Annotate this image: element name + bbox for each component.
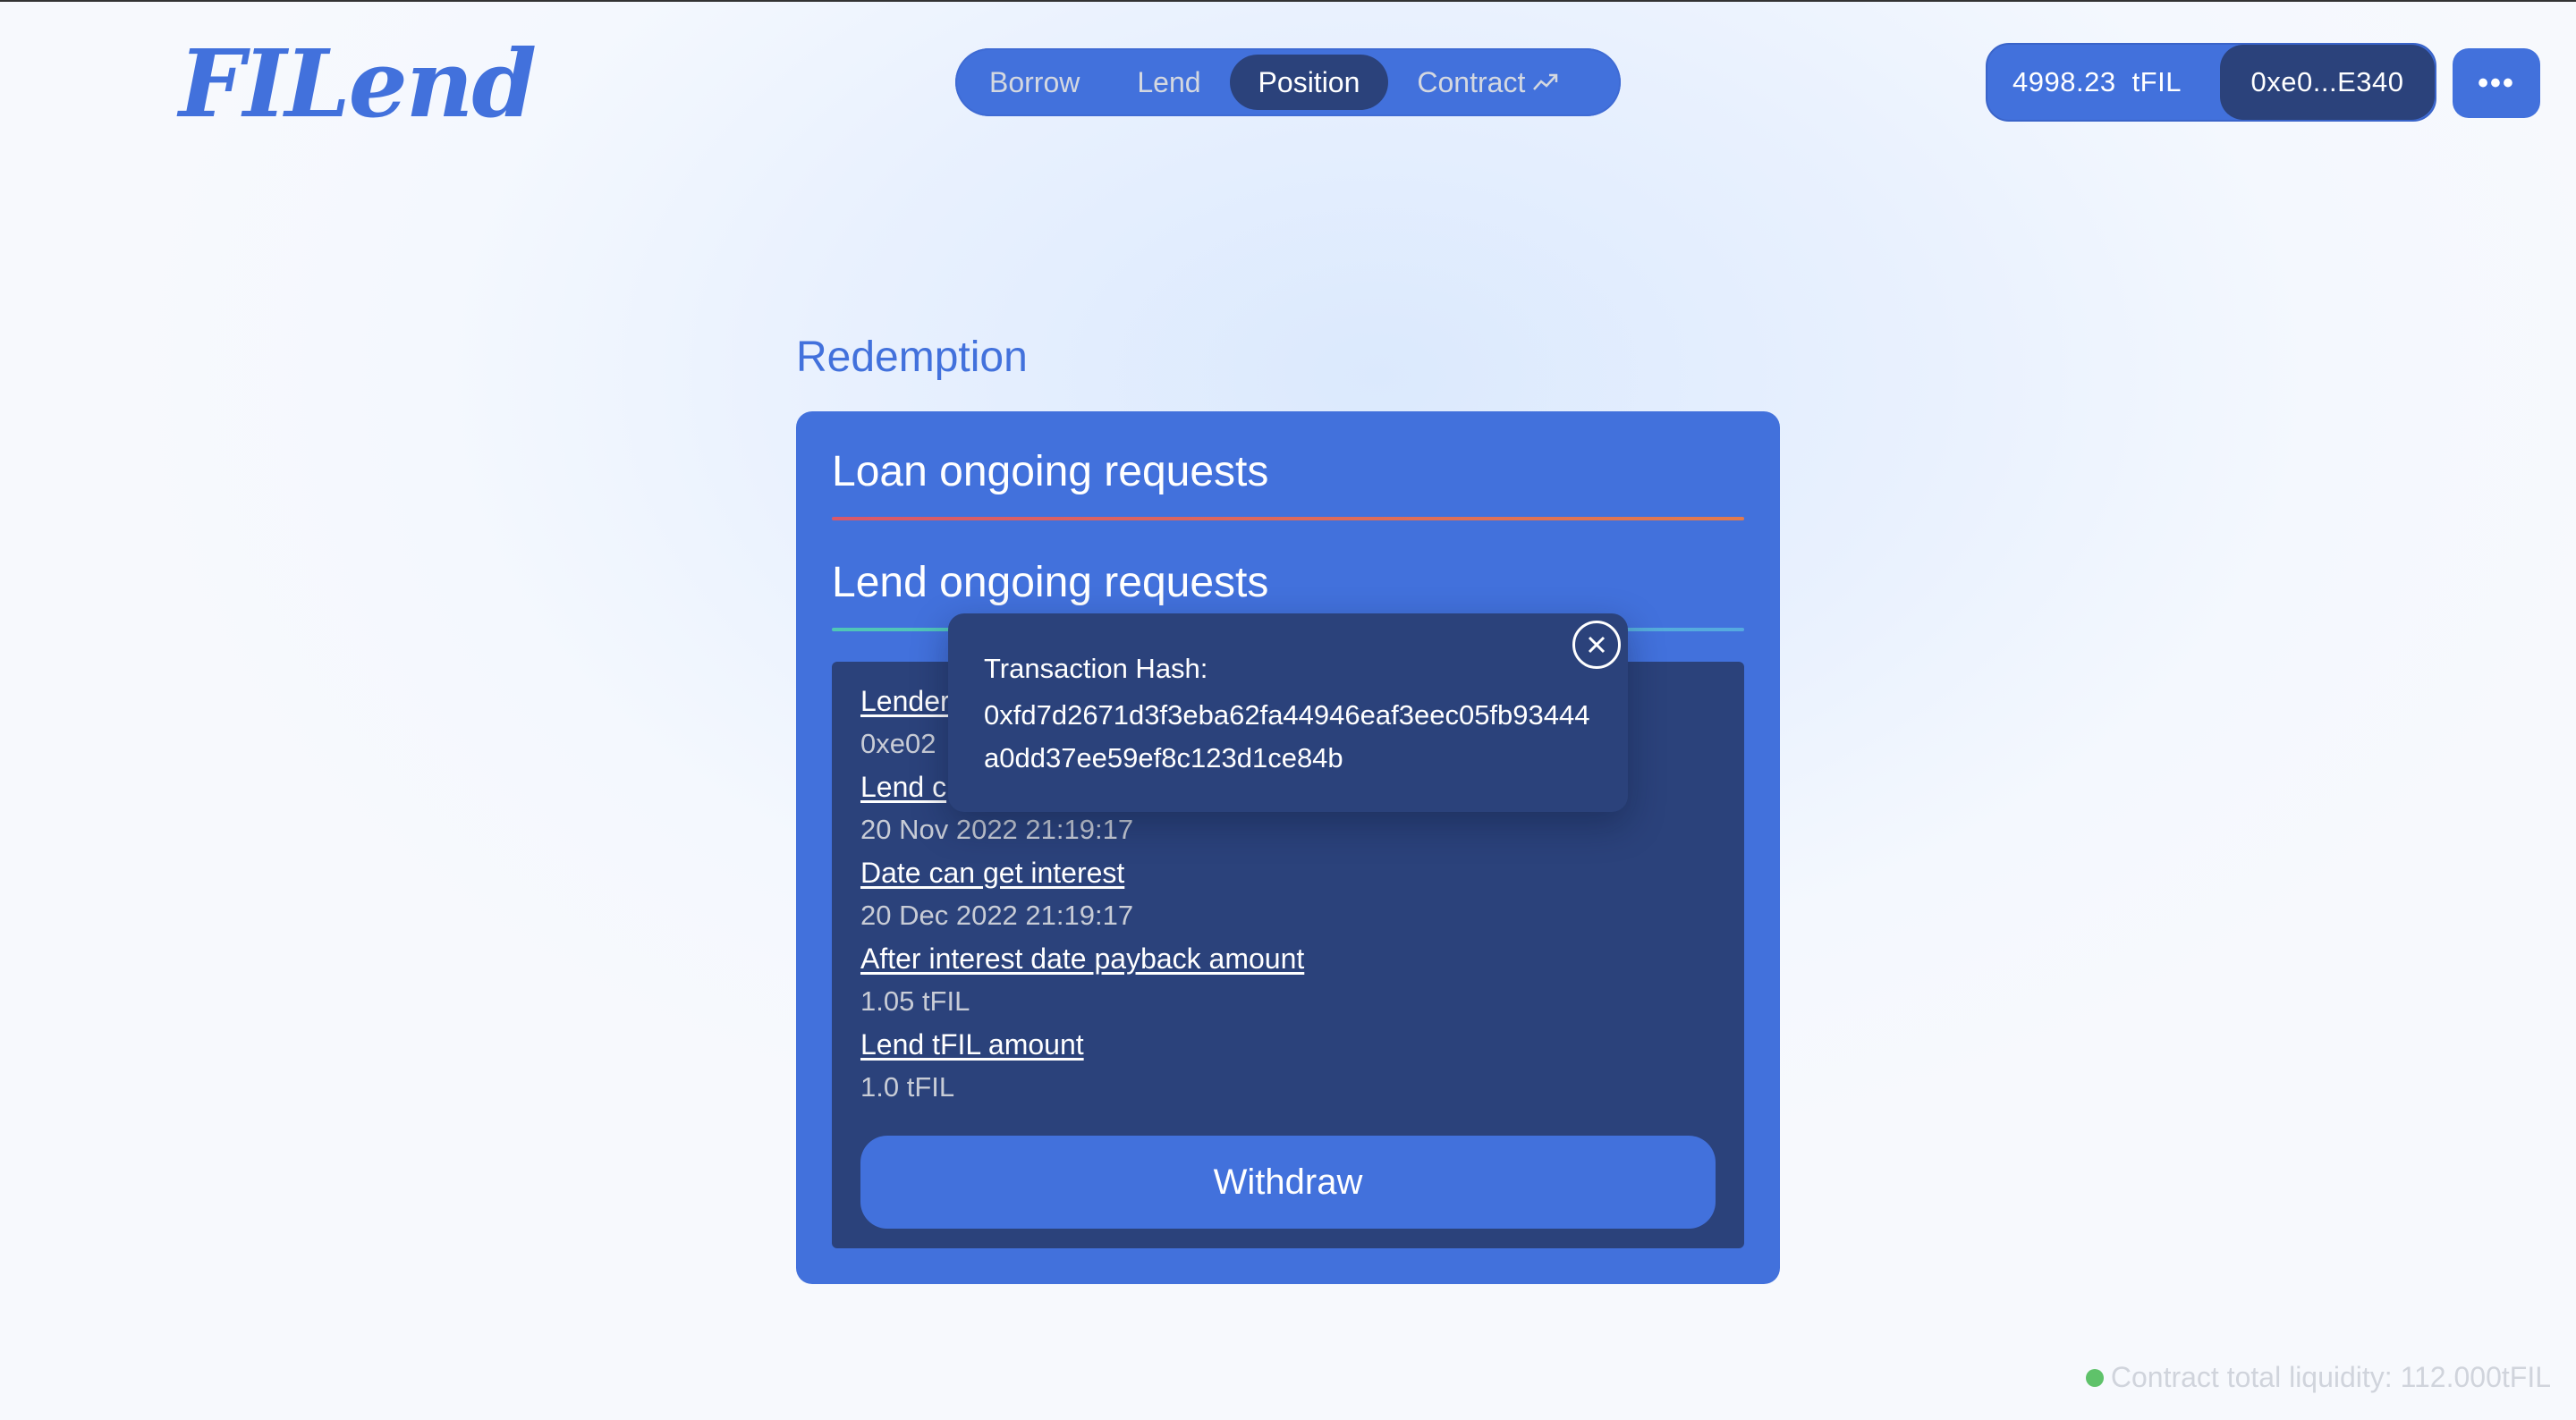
wallet-widget: 4998.23 tFIL 0xe0...E340: [1986, 43, 2436, 122]
lend-date-label: Lend c: [860, 771, 947, 803]
transaction-hash-toast: Transaction Hash: 0xfd7d2671d3f3eba62fa4…: [948, 613, 1628, 812]
wallet-balance: 4998.23 tFIL: [1987, 66, 2220, 98]
interest-date-value: 20 Dec 2022 21:19:17: [860, 900, 1134, 931]
more-menu-button[interactable]: •••: [2453, 48, 2540, 118]
loan-divider: [832, 517, 1744, 520]
page-title: Redemption: [796, 334, 1028, 381]
withdraw-button[interactable]: Withdraw: [860, 1136, 1716, 1229]
status-dot-icon: [2085, 1368, 2104, 1387]
lend-date-value: 20 Nov 2022 21:19:17: [860, 814, 1134, 845]
liquidity-text: Contract total liquidity: 112.000tFIL: [2110, 1361, 2551, 1393]
lender-value: 0xe02: [860, 728, 936, 759]
redemption-card: Loan ongoing requests Lend ongoing reque…: [796, 411, 1780, 1284]
lend-ongoing-title[interactable]: Lend ongoing requests: [832, 558, 1268, 607]
payback-amount-label: After interest date payback amount: [860, 942, 1305, 975]
lend-amount-label: Lend tFIL amount: [860, 1028, 1084, 1061]
close-icon: [1588, 636, 1606, 654]
liquidity-status: Contract total liquidity: 112.000tFIL: [2085, 1361, 2551, 1394]
loan-ongoing-title[interactable]: Loan ongoing requests: [832, 447, 1268, 496]
lender-label: Lender: [860, 685, 950, 717]
nav-contract-label: Contract: [1417, 65, 1526, 98]
close-toast-button[interactable]: [1572, 621, 1621, 669]
nav-borrow[interactable]: Borrow: [961, 55, 1108, 110]
trending-up-arrow-icon: [1533, 73, 1558, 90]
toast-label: Transaction Hash:: [984, 653, 1208, 684]
transaction-hash-value: 0xfd7d2671d3f3eba62fa44946eaf3eec05fb934…: [984, 699, 1590, 773]
balance-unit: tFIL: [2131, 66, 2182, 97]
payback-amount-value: 1.05 tFIL: [860, 985, 970, 1017]
balance-amount: 4998.23: [2012, 66, 2116, 97]
lend-amount-value: 1.0 tFIL: [860, 1071, 955, 1103]
main-nav: Borrow Lend Position Contract: [955, 48, 1621, 116]
nav-contract[interactable]: Contract: [1388, 55, 1588, 110]
filend-logo[interactable]: FILend: [179, 29, 537, 139]
nav-lend[interactable]: Lend: [1108, 55, 1229, 110]
interest-date-label: Date can get interest: [860, 857, 1125, 889]
ellipsis-icon: •••: [2478, 65, 2515, 100]
nav-position[interactable]: Position: [1229, 55, 1389, 110]
wallet-address-button[interactable]: 0xe0...E340: [2220, 45, 2435, 120]
